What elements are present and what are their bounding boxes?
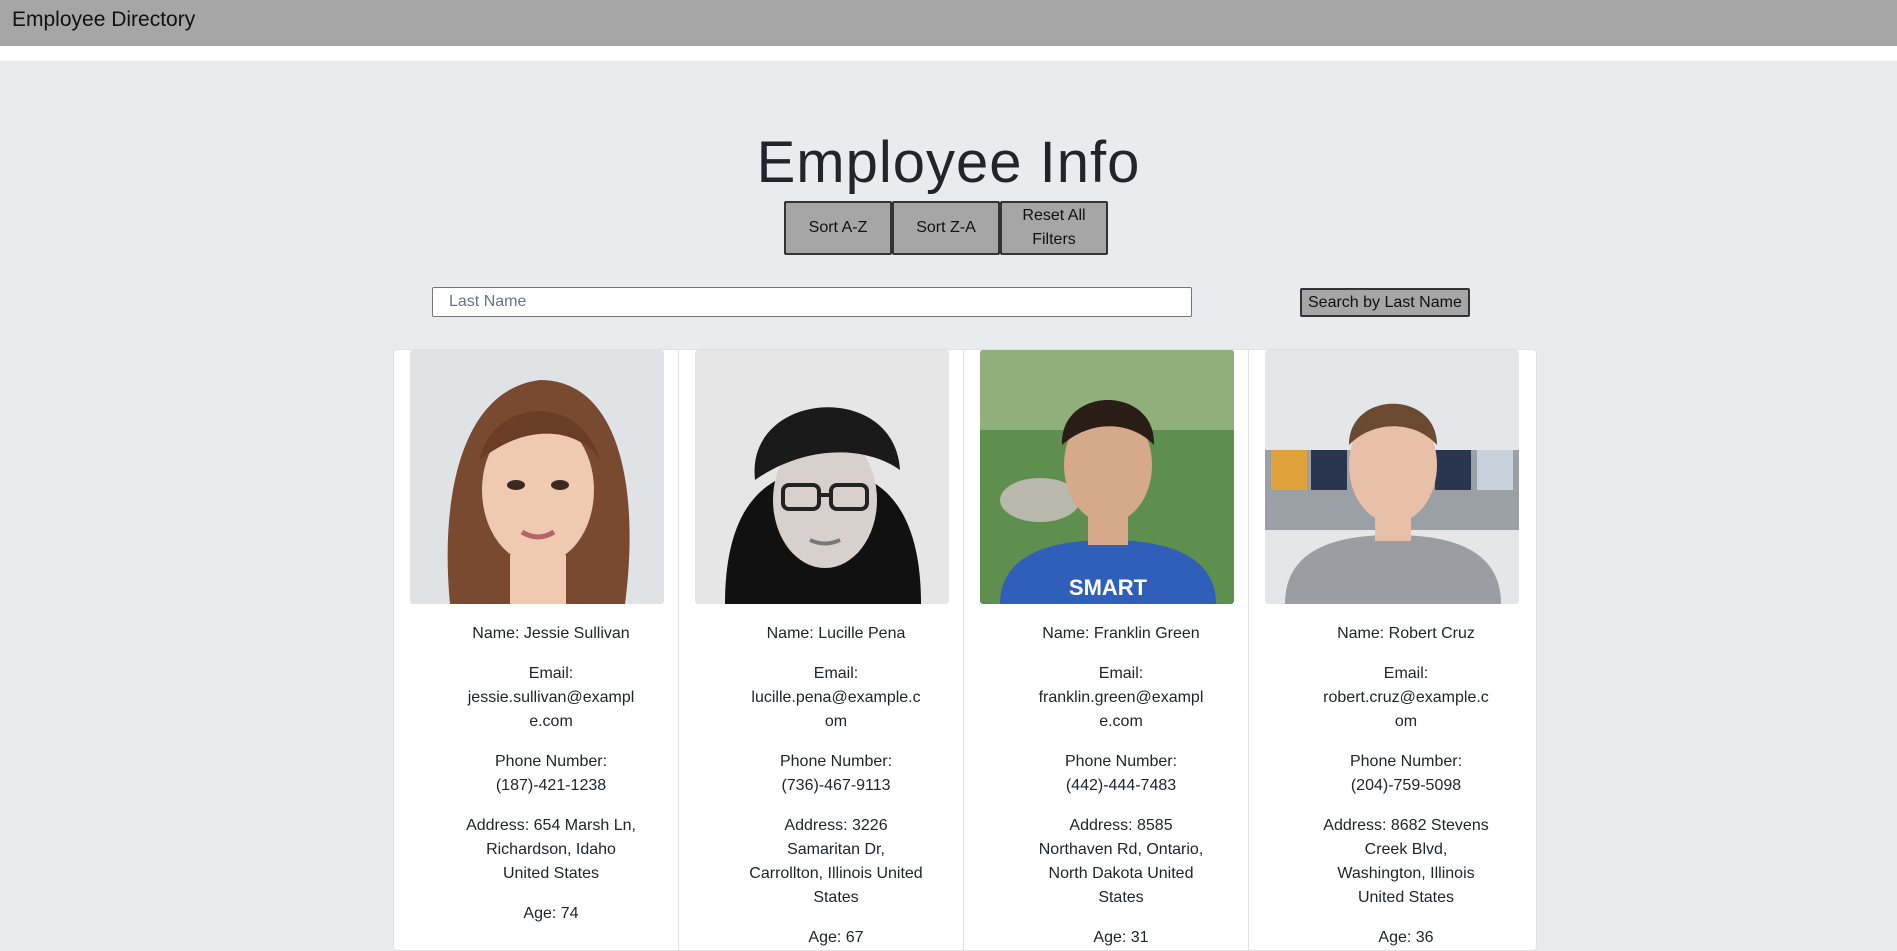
employee-name: Name: Lucille Pena <box>766 625 906 642</box>
employee-address: Address: 3226 Samaritan Dr, Carrollton, … <box>749 817 923 906</box>
phone-label: Phone Number: <box>1064 753 1178 770</box>
employee-age: Age: 74 <box>523 905 579 922</box>
employee-address: Address: 8585 Northaven Rd, Ontario, Nor… <box>1038 817 1204 906</box>
employee-photo <box>410 350 664 604</box>
employee-email: robert.cruz@example.com <box>1323 689 1489 730</box>
employee-phone: (187)-421-1238 <box>495 777 607 794</box>
employee-email: lucille.pena@example.com <box>751 689 921 730</box>
email-label: Email: <box>813 665 859 682</box>
email-label: Email: <box>528 665 574 682</box>
employee-card: Name: Robert Cruz Email: robert.cruz@exam… <box>1249 350 1534 950</box>
sort-button-group: Sort A-Z Sort Z-A Reset All Filters <box>784 201 1108 255</box>
email-label: Email: <box>1098 665 1144 682</box>
svg-text:SMART: SMART <box>1069 575 1148 600</box>
employee-age: Age: 31 <box>1093 929 1149 946</box>
employee-card: SMART Name: Franklin Green Email: frankli… <box>964 350 1249 950</box>
page-title: Employee Info <box>756 130 1141 195</box>
phone-label: Phone Number: <box>494 753 608 770</box>
employee-name: Name: Franklin Green <box>1042 625 1200 642</box>
employee-email: franklin.green@example.com <box>1038 689 1204 730</box>
employee-card: Name: Lucille Pena Email: lucille.pena@ex… <box>679 350 964 950</box>
employee-info: Name: Robert Cruz Email: robert.cruz@exam… <box>1319 622 1493 950</box>
navbar: Employee Directory <box>0 0 1897 46</box>
employee-phone: (736)-467-9113 <box>781 777 891 794</box>
sort-az-button[interactable]: Sort A-Z <box>784 201 892 255</box>
phone-label: Phone Number: <box>1349 753 1463 770</box>
phone-label: Phone Number: <box>779 753 893 770</box>
employee-photo: SMART <box>980 350 1234 604</box>
navbar-divider <box>0 46 1897 61</box>
email-label: Email: <box>1383 665 1429 682</box>
employee-phone: (204)-759-5098 <box>1350 777 1462 794</box>
employee-photo <box>695 350 949 604</box>
employee-phone: (442)-444-7483 <box>1065 777 1177 794</box>
employee-info: Name: Lucille Pena Email: lucille.pena@ex… <box>749 622 923 950</box>
reset-filters-button[interactable]: Reset All Filters <box>1000 201 1108 255</box>
employee-name: Name: Jessie Sullivan <box>472 625 630 642</box>
employee-address: Address: 654 Marsh Ln, Richardson, Idaho… <box>466 817 636 882</box>
employee-photo <box>1265 350 1519 604</box>
employee-card: Name: Jessie Sullivan Email: jessie.sulli… <box>394 350 679 950</box>
employee-age: Age: 67 <box>808 929 864 946</box>
employee-email: jessie.sullivan@example.com <box>467 689 635 730</box>
last-name-search-input[interactable] <box>432 287 1192 317</box>
search-by-last-name-button[interactable]: Search by Last Name <box>1300 288 1470 317</box>
navbar-brand[interactable]: Employee Directory <box>12 8 195 32</box>
employee-address: Address: 8682 Stevens Creek Blvd, Washin… <box>1323 817 1489 906</box>
employee-info: Name: Jessie Sullivan Email: jessie.sulli… <box>464 622 638 942</box>
sort-za-button[interactable]: Sort Z-A <box>892 201 1000 255</box>
employee-age: Age: 36 <box>1378 929 1434 946</box>
employee-info: Name: Franklin Green Email: franklin.gree… <box>1034 622 1208 950</box>
employee-name: Name: Robert Cruz <box>1337 625 1475 642</box>
employee-card-list: Name: Jessie Sullivan Email: jessie.sulli… <box>393 349 1537 951</box>
